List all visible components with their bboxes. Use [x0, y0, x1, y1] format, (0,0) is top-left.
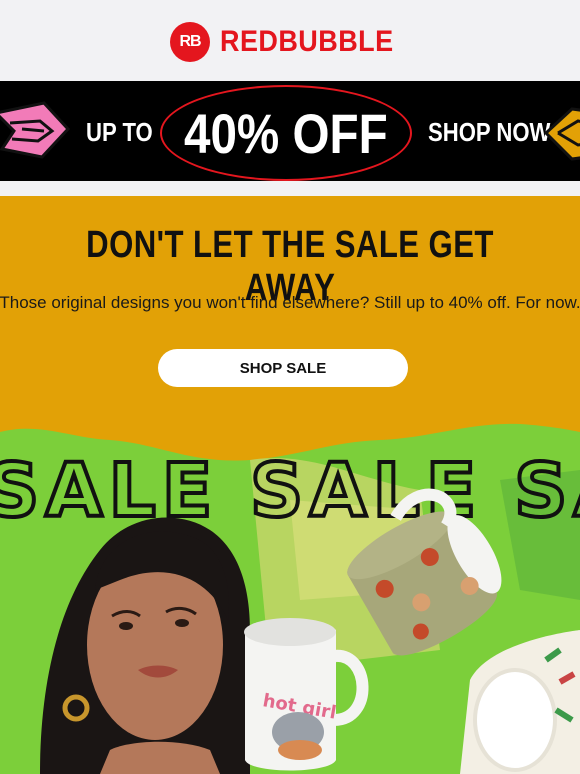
shop-sale-button[interactable]: SHOP SALE: [158, 349, 408, 387]
header: RB REDBUBBLE: [0, 0, 580, 81]
logo-wordmark: REDBUBBLE: [220, 25, 394, 58]
hero-illustration: SALE SALE SAL hot girl: [0, 420, 580, 774]
spacer: [0, 181, 580, 196]
hero-sale-text: SALE SALE SAL: [0, 448, 580, 534]
pink-arrow-icon: [0, 101, 71, 159]
banner-discount: 40% OFF: [184, 101, 388, 165]
banner-discount-circle: 40% OFF: [160, 85, 412, 181]
yellow-arrow-icon: [543, 107, 580, 161]
logo-mark: RB: [170, 22, 210, 62]
banner-shop-now-link[interactable]: SHOP NOW: [428, 117, 550, 148]
hero-image[interactable]: SALE SALE SAL hot girl: [0, 420, 580, 774]
sale-banner[interactable]: UP TO 40% OFF SHOP NOW: [0, 81, 580, 181]
banner-up-to: UP TO: [86, 117, 153, 147]
promo-body: Those original designs you won't find el…: [0, 293, 580, 312]
redbubble-logo[interactable]: RB REDBUBBLE: [170, 22, 413, 62]
email-page: RB REDBUBBLE UP TO 40% OFF SHOP NOW DON'…: [0, 0, 580, 774]
